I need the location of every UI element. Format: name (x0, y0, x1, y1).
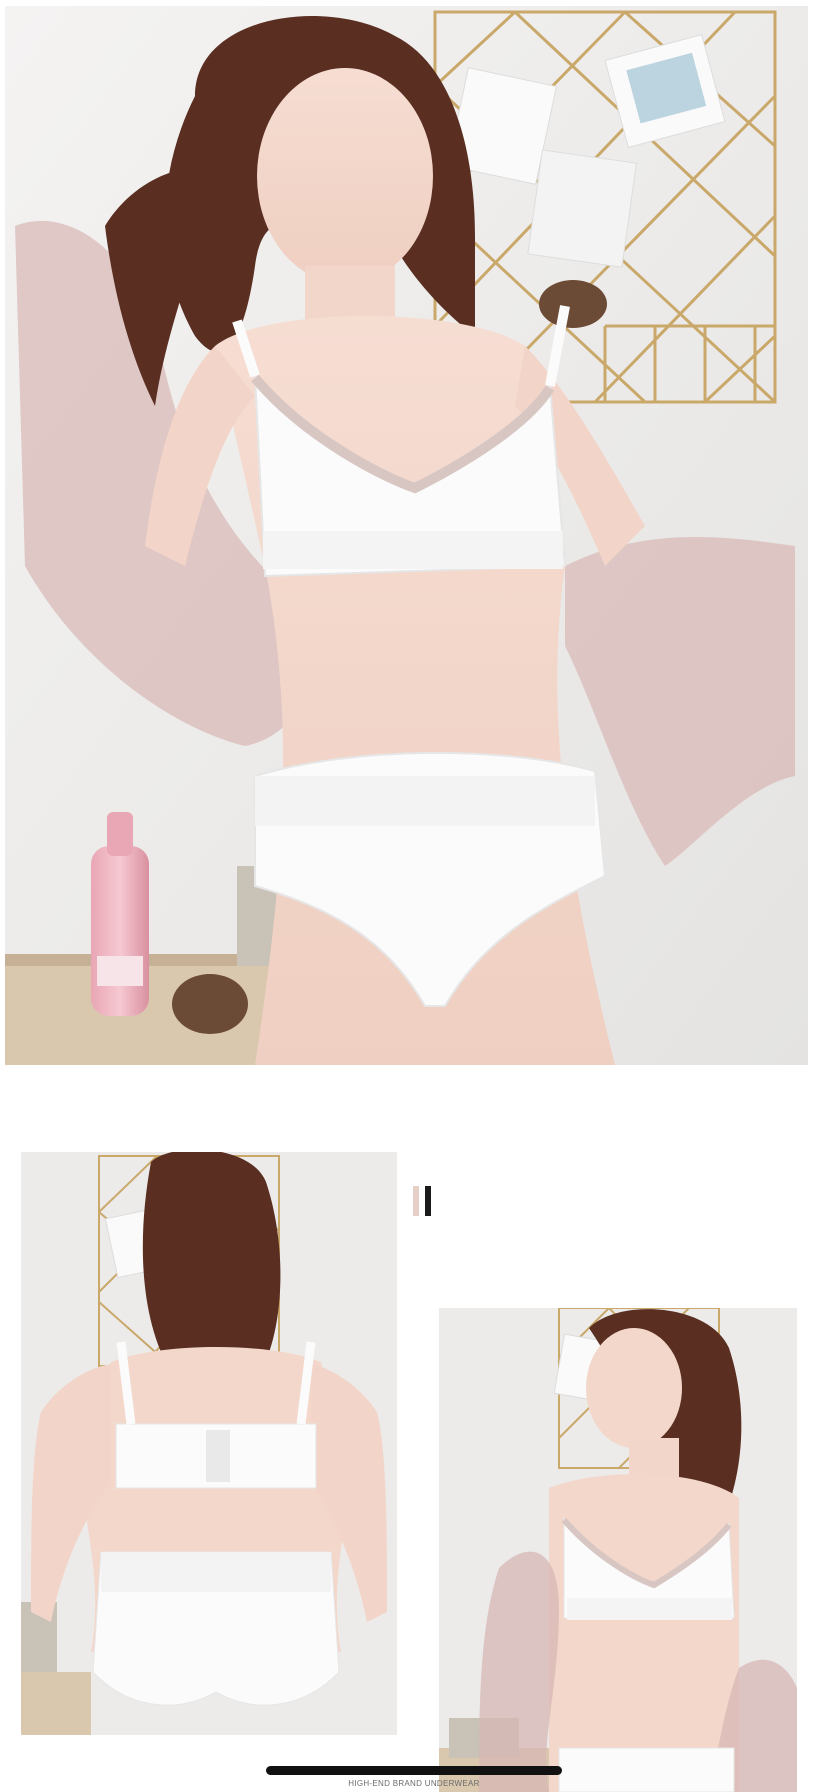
back-view-photo (21, 1152, 397, 1735)
side-view-photo (439, 1308, 797, 1792)
bra-band (263, 531, 563, 569)
hair (142, 1152, 281, 1372)
torso (549, 1474, 739, 1792)
double-bar-accent-icon (413, 1186, 433, 1216)
shelf (21, 1672, 91, 1735)
back-view-illustration (21, 1152, 397, 1735)
hero-photo-illustration (5, 6, 808, 1065)
neck (629, 1438, 679, 1478)
pinecone (172, 974, 248, 1034)
face (257, 68, 433, 284)
pinned-card (527, 149, 638, 268)
side-view-illustration (439, 1308, 797, 1792)
bra-band (567, 1598, 732, 1620)
briefs-waistband (101, 1552, 331, 1592)
hero-photo (5, 6, 808, 1065)
home-indicator-bar[interactable] (266, 1766, 562, 1775)
face (586, 1328, 682, 1448)
bra-hook (206, 1430, 230, 1482)
accent-bar-dark (425, 1186, 431, 1216)
brand-caption: HIGH-END BRAND UNDERWEAR (348, 1779, 480, 1788)
accent-bar-light (413, 1186, 419, 1216)
briefs (558, 1747, 735, 1792)
briefs-waistband (255, 776, 595, 826)
pinecone (539, 280, 607, 328)
